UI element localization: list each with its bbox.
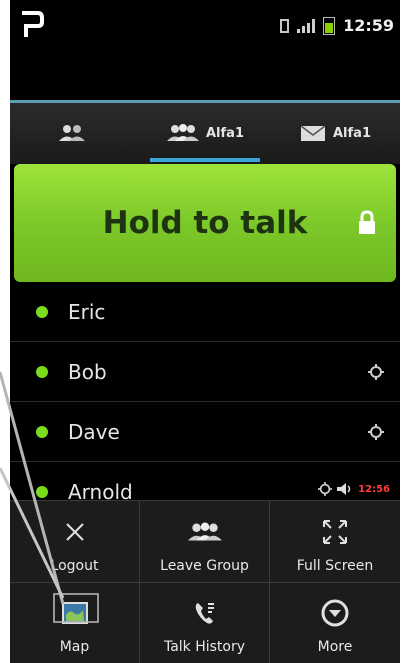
tab-bar: Alfa1 Alfa1 — [10, 104, 400, 162]
menu-leave-group[interactable]: Leave Group — [140, 501, 270, 583]
menu-full-screen[interactable]: Full Screen — [270, 501, 400, 583]
battery-icon — [323, 16, 336, 35]
menu-leave-group-label: Leave Group — [160, 558, 249, 574]
online-status-dot — [36, 365, 48, 378]
member-name: Eric — [68, 299, 106, 324]
status-bar: 12:59 — [10, 0, 400, 52]
tab-messages[interactable]: Alfa1 — [270, 104, 400, 162]
mail-icon — [300, 125, 326, 141]
status-time: 12:59 — [343, 16, 394, 35]
group-icon — [59, 125, 85, 141]
member-row[interactable]: Bob — [10, 342, 400, 402]
tab-messages-label: Alfa1 — [333, 125, 371, 141]
menu-more-label: More — [317, 639, 353, 655]
menu-talk-history[interactable]: Talk History — [140, 583, 270, 663]
member-name: Bob — [68, 359, 107, 384]
menu-logout-label: Logout — [50, 558, 99, 574]
options-menu: Logout Leave Group Full Screen Map Talk … — [10, 500, 400, 663]
talk-timestamp: 12:56 — [358, 483, 390, 495]
app-logo — [22, 11, 44, 37]
vibrate-icon — [280, 18, 290, 33]
online-status-dot — [36, 485, 48, 498]
status-icons: 12:59 — [280, 16, 394, 35]
tab-group[interactable]: Alfa1 — [140, 104, 270, 162]
header-divider — [10, 100, 400, 103]
speaker-icon — [337, 483, 351, 495]
menu-logout[interactable]: Logout — [10, 501, 140, 583]
lock-icon[interactable] — [356, 210, 378, 236]
fullscreen-icon — [322, 516, 348, 548]
menu-map[interactable]: Map — [10, 583, 140, 663]
hold-to-talk-label: Hold to talk — [102, 205, 308, 241]
map-icon — [61, 597, 89, 629]
member-list: Eric Bob Dave Arnold 12:56 — [10, 282, 400, 521]
member-status-icons: 12:56 — [318, 482, 390, 496]
more-icon — [320, 597, 350, 629]
menu-more[interactable]: More — [270, 583, 400, 663]
location-icon[interactable] — [318, 482, 333, 496]
menu-map-label: Map — [59, 639, 90, 655]
member-row[interactable]: Dave — [10, 402, 400, 462]
location-icon[interactable] — [368, 364, 384, 380]
online-status-dot — [36, 305, 48, 318]
member-name: Dave — [68, 419, 120, 444]
menu-full-screen-label: Full Screen — [296, 558, 374, 574]
call-history-icon — [193, 597, 217, 629]
group-icon — [187, 516, 223, 548]
location-icon[interactable] — [368, 424, 384, 440]
phone-screen: 12:59 Alfa1 Alfa1 Hold to talk Eric Bob … — [10, 0, 400, 663]
group-icon — [167, 124, 199, 141]
online-status-dot — [36, 425, 48, 438]
signal-icon — [297, 18, 316, 33]
tab-contacts[interactable] — [10, 104, 140, 162]
hold-to-talk-button[interactable]: Hold to talk — [14, 164, 396, 282]
tab-group-label: Alfa1 — [206, 125, 244, 141]
close-icon — [63, 516, 87, 548]
member-row[interactable]: Eric — [10, 282, 400, 342]
menu-talk-history-label: Talk History — [163, 639, 246, 655]
